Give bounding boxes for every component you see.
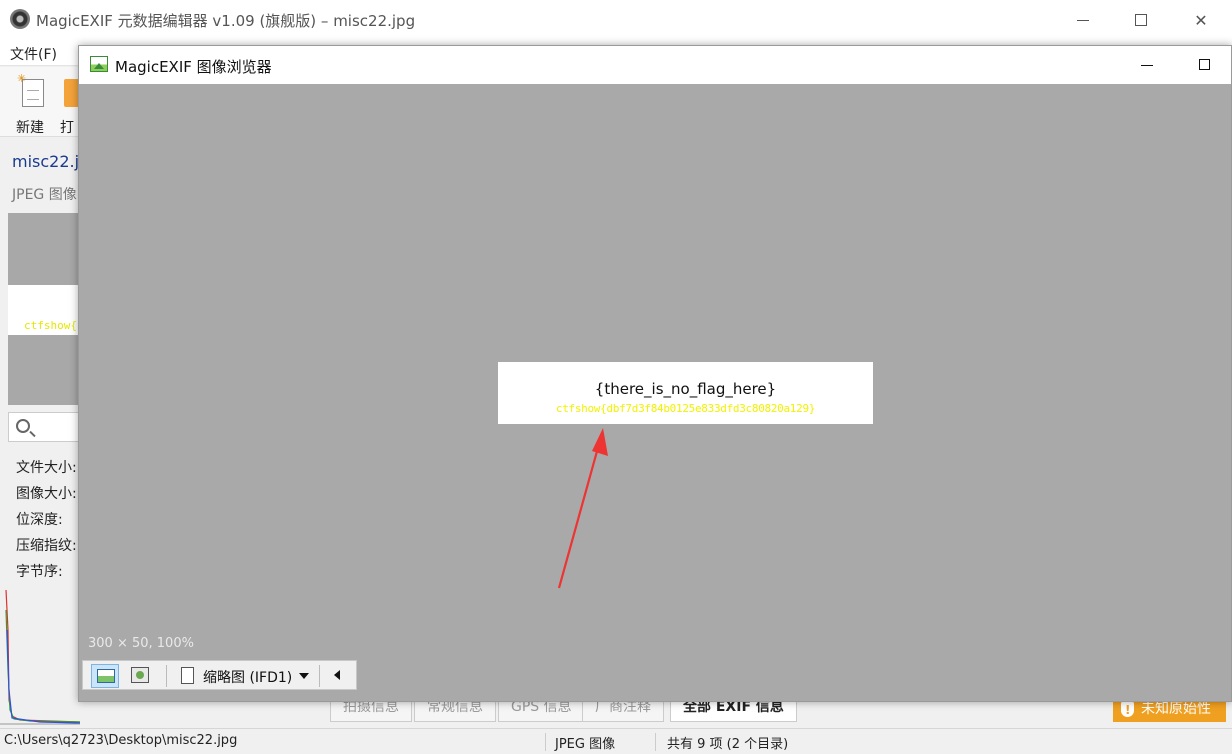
new-button[interactable]: ✳ 新建 (10, 72, 54, 136)
maximize-button[interactable] (1112, 0, 1170, 40)
image-viewer-icon (90, 56, 108, 72)
close-button[interactable]: ✕ (1172, 0, 1230, 40)
fit-to-window-button[interactable] (126, 664, 154, 688)
image-dimensions-readout: 300 × 50, 100% (88, 636, 194, 651)
prop-byte-order-label: 字节序: (16, 564, 63, 580)
color-histogram (0, 590, 80, 725)
document-icon (181, 667, 194, 684)
shield-warning-icon (1121, 697, 1134, 723)
show-image-button[interactable] (91, 664, 119, 688)
statusbar: C:\Users\q2723\Desktop\misc22.jpg JPEG 图… (0, 728, 1232, 754)
file-info-panel: misc22.jpg JPEG 图像 ctfshow{ 文件大小: 图像大小: … (0, 138, 99, 728)
new-document-icon: ✳ (17, 72, 44, 107)
toolbar-divider (166, 665, 167, 687)
thumbnail-text: ctfshow{ (24, 319, 77, 332)
file-type: JPEG 图像 (12, 187, 77, 203)
viewer-toolbar: 缩略图 (IFD1) (82, 660, 357, 690)
prop-compression-label: 压缩指纹: (16, 538, 77, 554)
viewer-title: MagicEXIF 图像浏览器 (115, 58, 272, 76)
viewer-maximize-button[interactable] (1199, 59, 1210, 70)
displayed-image: {there_is_no_flag_here} ctfshow{dbf7d3f8… (498, 362, 873, 424)
status-file-type: JPEG 图像 (555, 737, 616, 752)
search-icon (16, 419, 30, 433)
status-file-path: C:\Users\q2723\Desktop\misc22.jpg (4, 733, 238, 748)
maximize-icon (1135, 14, 1147, 26)
minimize-icon (1077, 19, 1089, 21)
chevron-down-icon[interactable] (299, 673, 309, 679)
fit-image-icon (131, 667, 149, 683)
thumbnail-source-select[interactable]: 缩略图 (IFD1) (203, 667, 292, 687)
toolbar-divider (319, 665, 320, 687)
status-divider (655, 733, 656, 751)
image-text-line-1: {there_is_no_flag_here} (594, 380, 777, 398)
origin-status-label: 未知原始性 (1141, 701, 1211, 717)
search-input[interactable] (8, 412, 80, 442)
prop-file-size-label: 文件大小: (16, 460, 77, 476)
annotation-arrow (557, 428, 608, 589)
main-titlebar: MagicEXIF 元数据编辑器 v1.09 (旗舰版) – misc22.jp… (0, 0, 1232, 40)
main-window-title: MagicEXIF 元数据编辑器 v1.09 (旗舰版) – misc22.jp… (36, 12, 416, 30)
status-divider (545, 733, 546, 751)
viewer-titlebar: MagicEXIF 图像浏览器 (79, 46, 1231, 84)
minimize-button[interactable] (1054, 0, 1112, 40)
status-item-count: 共有 9 项 (2 个目录) (667, 737, 789, 752)
viewer-minimize-button[interactable] (1141, 65, 1153, 66)
image-viewer-window: MagicEXIF 图像浏览器 {there_is_no_flag_here} … (78, 45, 1232, 702)
picture-icon (97, 669, 115, 683)
image-text-flag: ctfshow{dbf7d3f84b0125e833dfd3c80820a129… (555, 402, 816, 415)
menu-file[interactable]: 文件(F) (10, 44, 57, 64)
prop-image-size-label: 图像大小: (16, 486, 77, 502)
previous-arrow-icon[interactable] (334, 670, 340, 680)
prop-bit-depth-label: 位深度: (16, 512, 63, 528)
image-thumbnail[interactable]: ctfshow{ (8, 213, 80, 405)
new-button-label: 新建 (16, 120, 44, 136)
close-icon: ✕ (1194, 10, 1208, 30)
app-logo-icon (10, 9, 30, 29)
